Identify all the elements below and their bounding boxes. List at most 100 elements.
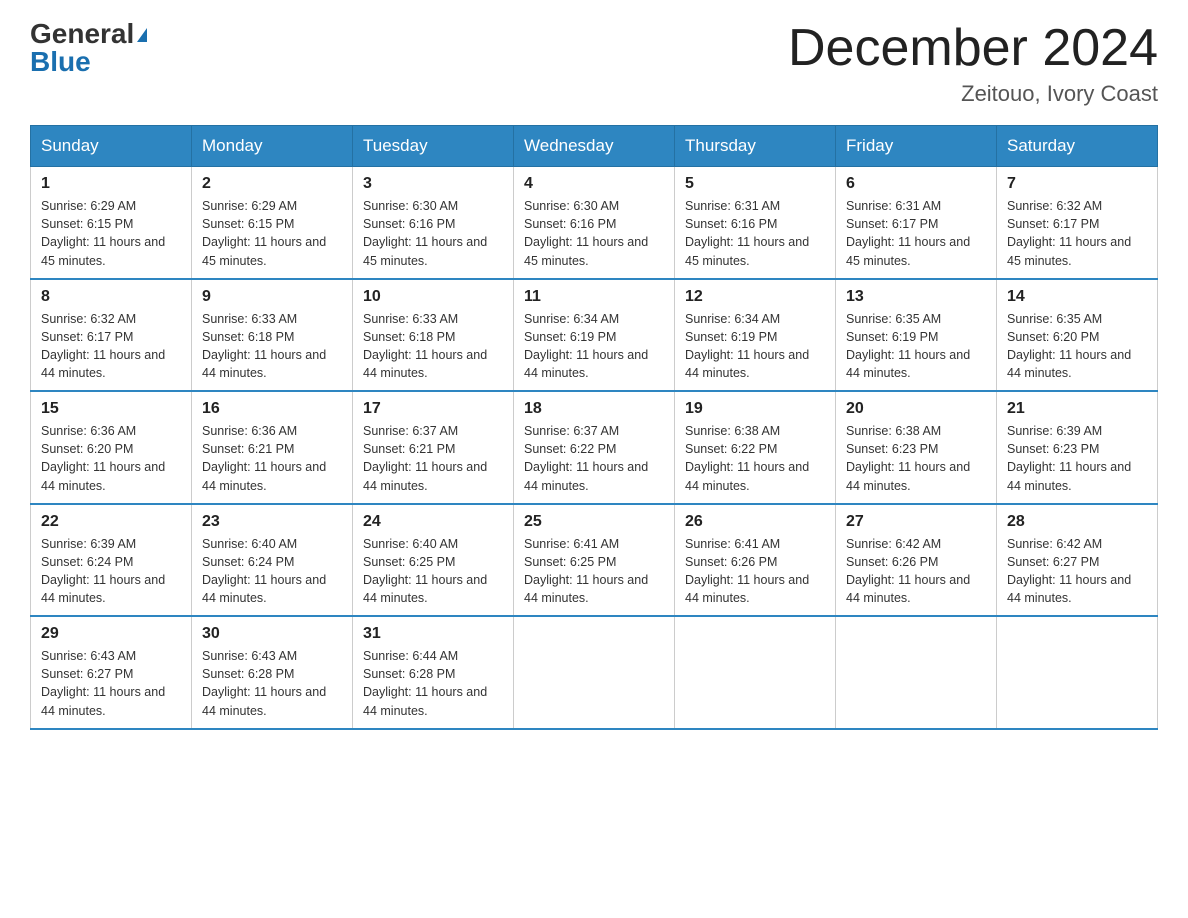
calendar-cell: 15 Sunrise: 6:36 AM Sunset: 6:20 PM Dayl… — [31, 391, 192, 504]
calendar-cell: 31 Sunrise: 6:44 AM Sunset: 6:28 PM Dayl… — [353, 616, 514, 729]
day-number: 31 — [363, 625, 503, 643]
day-number: 28 — [1007, 513, 1147, 531]
calendar-cell: 9 Sunrise: 6:33 AM Sunset: 6:18 PM Dayli… — [192, 279, 353, 392]
day-number: 10 — [363, 288, 503, 306]
day-info: Sunrise: 6:32 AM Sunset: 6:17 PM Dayligh… — [1007, 197, 1147, 270]
day-number: 29 — [41, 625, 181, 643]
day-number: 13 — [846, 288, 986, 306]
header-sunday: Sunday — [31, 126, 192, 167]
day-number: 1 — [41, 175, 181, 193]
calendar-cell: 3 Sunrise: 6:30 AM Sunset: 6:16 PM Dayli… — [353, 167, 514, 279]
day-info: Sunrise: 6:34 AM Sunset: 6:19 PM Dayligh… — [524, 310, 664, 383]
calendar-cell — [675, 616, 836, 729]
calendar-cell: 16 Sunrise: 6:36 AM Sunset: 6:21 PM Dayl… — [192, 391, 353, 504]
calendar-week-row: 15 Sunrise: 6:36 AM Sunset: 6:20 PM Dayl… — [31, 391, 1158, 504]
calendar-week-row: 22 Sunrise: 6:39 AM Sunset: 6:24 PM Dayl… — [31, 504, 1158, 617]
day-info: Sunrise: 6:31 AM Sunset: 6:16 PM Dayligh… — [685, 197, 825, 270]
header-friday: Friday — [836, 126, 997, 167]
calendar-cell: 21 Sunrise: 6:39 AM Sunset: 6:23 PM Dayl… — [997, 391, 1158, 504]
calendar-cell: 29 Sunrise: 6:43 AM Sunset: 6:27 PM Dayl… — [31, 616, 192, 729]
calendar-cell: 19 Sunrise: 6:38 AM Sunset: 6:22 PM Dayl… — [675, 391, 836, 504]
calendar-subtitle: Zeitouo, Ivory Coast — [788, 81, 1158, 107]
day-number: 16 — [202, 400, 342, 418]
day-info: Sunrise: 6:42 AM Sunset: 6:26 PM Dayligh… — [846, 535, 986, 608]
day-info: Sunrise: 6:36 AM Sunset: 6:20 PM Dayligh… — [41, 422, 181, 495]
day-info: Sunrise: 6:34 AM Sunset: 6:19 PM Dayligh… — [685, 310, 825, 383]
calendar-cell: 30 Sunrise: 6:43 AM Sunset: 6:28 PM Dayl… — [192, 616, 353, 729]
day-number: 17 — [363, 400, 503, 418]
page-header: General Blue December 2024 Zeitouo, Ivor… — [30, 20, 1158, 107]
calendar-cell — [997, 616, 1158, 729]
day-info: Sunrise: 6:38 AM Sunset: 6:23 PM Dayligh… — [846, 422, 986, 495]
day-number: 7 — [1007, 175, 1147, 193]
day-number: 9 — [202, 288, 342, 306]
calendar-cell: 8 Sunrise: 6:32 AM Sunset: 6:17 PM Dayli… — [31, 279, 192, 392]
header-monday: Monday — [192, 126, 353, 167]
day-info: Sunrise: 6:40 AM Sunset: 6:25 PM Dayligh… — [363, 535, 503, 608]
day-info: Sunrise: 6:43 AM Sunset: 6:28 PM Dayligh… — [202, 647, 342, 720]
calendar-week-row: 8 Sunrise: 6:32 AM Sunset: 6:17 PM Dayli… — [31, 279, 1158, 392]
day-info: Sunrise: 6:33 AM Sunset: 6:18 PM Dayligh… — [202, 310, 342, 383]
header-wednesday: Wednesday — [514, 126, 675, 167]
header-thursday: Thursday — [675, 126, 836, 167]
calendar-cell: 1 Sunrise: 6:29 AM Sunset: 6:15 PM Dayli… — [31, 167, 192, 279]
day-info: Sunrise: 6:42 AM Sunset: 6:27 PM Dayligh… — [1007, 535, 1147, 608]
calendar-cell: 7 Sunrise: 6:32 AM Sunset: 6:17 PM Dayli… — [997, 167, 1158, 279]
calendar-cell: 28 Sunrise: 6:42 AM Sunset: 6:27 PM Dayl… — [997, 504, 1158, 617]
day-info: Sunrise: 6:31 AM Sunset: 6:17 PM Dayligh… — [846, 197, 986, 270]
day-number: 25 — [524, 513, 664, 531]
calendar-header-row: SundayMondayTuesdayWednesdayThursdayFrid… — [31, 126, 1158, 167]
calendar-cell: 6 Sunrise: 6:31 AM Sunset: 6:17 PM Dayli… — [836, 167, 997, 279]
calendar-cell: 25 Sunrise: 6:41 AM Sunset: 6:25 PM Dayl… — [514, 504, 675, 617]
calendar-cell: 14 Sunrise: 6:35 AM Sunset: 6:20 PM Dayl… — [997, 279, 1158, 392]
calendar-cell — [514, 616, 675, 729]
day-info: Sunrise: 6:44 AM Sunset: 6:28 PM Dayligh… — [363, 647, 503, 720]
calendar-cell — [836, 616, 997, 729]
title-block: December 2024 Zeitouo, Ivory Coast — [788, 20, 1158, 107]
calendar-cell: 12 Sunrise: 6:34 AM Sunset: 6:19 PM Dayl… — [675, 279, 836, 392]
header-tuesday: Tuesday — [353, 126, 514, 167]
day-info: Sunrise: 6:32 AM Sunset: 6:17 PM Dayligh… — [41, 310, 181, 383]
day-number: 30 — [202, 625, 342, 643]
day-number: 4 — [524, 175, 664, 193]
day-number: 14 — [1007, 288, 1147, 306]
logo-blue: Blue — [30, 48, 91, 76]
day-number: 19 — [685, 400, 825, 418]
calendar-cell: 22 Sunrise: 6:39 AM Sunset: 6:24 PM Dayl… — [31, 504, 192, 617]
calendar-cell: 26 Sunrise: 6:41 AM Sunset: 6:26 PM Dayl… — [675, 504, 836, 617]
day-info: Sunrise: 6:37 AM Sunset: 6:21 PM Dayligh… — [363, 422, 503, 495]
calendar-cell: 17 Sunrise: 6:37 AM Sunset: 6:21 PM Dayl… — [353, 391, 514, 504]
calendar-cell: 4 Sunrise: 6:30 AM Sunset: 6:16 PM Dayli… — [514, 167, 675, 279]
logo-general: General — [30, 20, 147, 48]
calendar-cell: 20 Sunrise: 6:38 AM Sunset: 6:23 PM Dayl… — [836, 391, 997, 504]
day-info: Sunrise: 6:39 AM Sunset: 6:23 PM Dayligh… — [1007, 422, 1147, 495]
day-number: 24 — [363, 513, 503, 531]
day-number: 21 — [1007, 400, 1147, 418]
calendar-cell: 2 Sunrise: 6:29 AM Sunset: 6:15 PM Dayli… — [192, 167, 353, 279]
calendar-cell: 5 Sunrise: 6:31 AM Sunset: 6:16 PM Dayli… — [675, 167, 836, 279]
day-info: Sunrise: 6:35 AM Sunset: 6:19 PM Dayligh… — [846, 310, 986, 383]
day-info: Sunrise: 6:30 AM Sunset: 6:16 PM Dayligh… — [363, 197, 503, 270]
day-info: Sunrise: 6:41 AM Sunset: 6:26 PM Dayligh… — [685, 535, 825, 608]
day-info: Sunrise: 6:29 AM Sunset: 6:15 PM Dayligh… — [202, 197, 342, 270]
day-info: Sunrise: 6:33 AM Sunset: 6:18 PM Dayligh… — [363, 310, 503, 383]
day-number: 18 — [524, 400, 664, 418]
calendar-week-row: 29 Sunrise: 6:43 AM Sunset: 6:27 PM Dayl… — [31, 616, 1158, 729]
day-number: 12 — [685, 288, 825, 306]
logo: General Blue — [30, 20, 147, 76]
calendar-week-row: 1 Sunrise: 6:29 AM Sunset: 6:15 PM Dayli… — [31, 167, 1158, 279]
day-number: 3 — [363, 175, 503, 193]
calendar-cell: 24 Sunrise: 6:40 AM Sunset: 6:25 PM Dayl… — [353, 504, 514, 617]
day-info: Sunrise: 6:30 AM Sunset: 6:16 PM Dayligh… — [524, 197, 664, 270]
day-info: Sunrise: 6:41 AM Sunset: 6:25 PM Dayligh… — [524, 535, 664, 608]
day-number: 27 — [846, 513, 986, 531]
calendar-cell: 10 Sunrise: 6:33 AM Sunset: 6:18 PM Dayl… — [353, 279, 514, 392]
day-info: Sunrise: 6:43 AM Sunset: 6:27 PM Dayligh… — [41, 647, 181, 720]
day-number: 11 — [524, 288, 664, 306]
day-number: 15 — [41, 400, 181, 418]
day-number: 22 — [41, 513, 181, 531]
day-info: Sunrise: 6:36 AM Sunset: 6:21 PM Dayligh… — [202, 422, 342, 495]
day-info: Sunrise: 6:29 AM Sunset: 6:15 PM Dayligh… — [41, 197, 181, 270]
calendar-table: SundayMondayTuesdayWednesdayThursdayFrid… — [30, 125, 1158, 730]
day-number: 23 — [202, 513, 342, 531]
